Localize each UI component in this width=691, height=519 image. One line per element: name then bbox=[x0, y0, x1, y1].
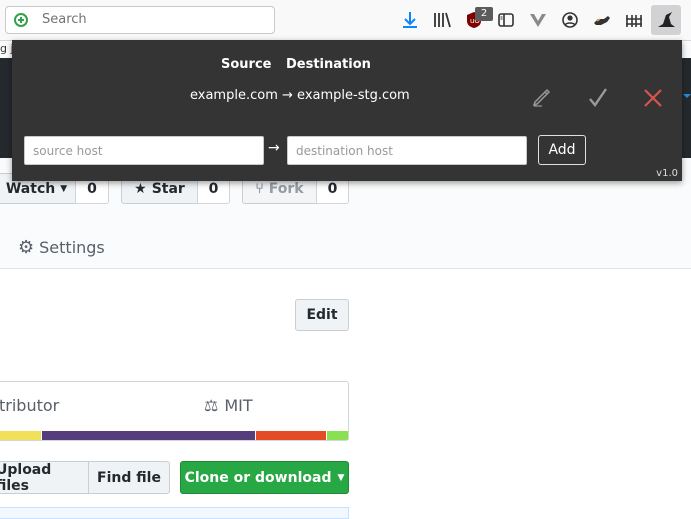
sidebar-icon[interactable] bbox=[496, 10, 516, 30]
find-file-button[interactable]: Find file bbox=[88, 461, 170, 494]
browser-toolbar: Search uO 2 bbox=[0, 0, 691, 41]
info-box bbox=[0, 507, 349, 519]
tab-settings[interactable]: ⚙ Settings bbox=[18, 237, 105, 258]
language-bar-segment[interactable] bbox=[327, 431, 348, 440]
add-button[interactable]: Add bbox=[538, 135, 586, 165]
version-label: v1.0 bbox=[656, 168, 678, 179]
enable-check-icon[interactable] bbox=[585, 85, 611, 111]
edit-button[interactable]: Edit bbox=[295, 299, 349, 331]
menu-caret-icon[interactable] bbox=[683, 88, 691, 106]
star-icon: ★ bbox=[134, 180, 147, 197]
settings-label: Settings bbox=[39, 238, 105, 257]
caret-down-icon: ▼ bbox=[60, 183, 68, 194]
racing-car-icon[interactable] bbox=[592, 10, 612, 30]
edit-pencil-icon[interactable] bbox=[530, 85, 556, 111]
gear-icon: ⚙ bbox=[18, 237, 35, 258]
watch-label: Watch bbox=[5, 180, 56, 197]
clone-label: Clone or download bbox=[184, 469, 332, 486]
search-placeholder: Search bbox=[42, 12, 87, 27]
witch-hat-icon bbox=[657, 12, 675, 27]
star-label: Star bbox=[151, 180, 185, 197]
library-icon[interactable] bbox=[432, 10, 452, 30]
redirect-rule: example.com → example-stg.com bbox=[190, 88, 410, 103]
search-engine-icon bbox=[13, 12, 29, 28]
vuejs-devtools-icon[interactable] bbox=[528, 10, 548, 30]
language-bar-segment[interactable] bbox=[256, 431, 326, 440]
rule-source: example.com bbox=[190, 88, 278, 103]
upload-files-button[interactable]: Upload files bbox=[0, 461, 89, 494]
account-icon[interactable] bbox=[560, 10, 580, 30]
download-icon[interactable] bbox=[400, 10, 420, 30]
source-host-input[interactable] bbox=[24, 136, 264, 165]
law-icon: ⚖ bbox=[204, 396, 219, 415]
license-label: MIT bbox=[224, 396, 253, 415]
rule-destination: example-stg.com bbox=[297, 88, 410, 103]
input-arrow: → bbox=[268, 140, 280, 156]
destination-host-input[interactable] bbox=[287, 136, 527, 165]
license-link[interactable]: ⚖ MIT bbox=[204, 396, 253, 415]
clone-or-download-button[interactable]: Clone or download ▼ bbox=[180, 461, 349, 494]
caret-down-icon: ▼ bbox=[337, 472, 345, 483]
search-bar[interactable]: Search bbox=[5, 6, 275, 34]
host-redirect-extension-button[interactable] bbox=[651, 5, 681, 35]
fence-icon[interactable] bbox=[624, 10, 644, 30]
language-bar-segment[interactable] bbox=[42, 431, 255, 440]
host-redirect-popup: Source Destination example.com → example… bbox=[12, 40, 682, 181]
delete-x-icon[interactable] bbox=[640, 85, 666, 111]
fork-icon: ⑂ bbox=[255, 180, 264, 197]
rule-arrow: → bbox=[282, 88, 293, 103]
fork-label: Fork bbox=[268, 180, 304, 197]
contributors-link[interactable]: tributor bbox=[0, 396, 59, 415]
ublock-badge: 2 bbox=[475, 7, 493, 21]
destination-header: Destination bbox=[286, 57, 371, 72]
language-bar-segment[interactable] bbox=[0, 431, 41, 440]
source-header: Source bbox=[221, 57, 272, 72]
